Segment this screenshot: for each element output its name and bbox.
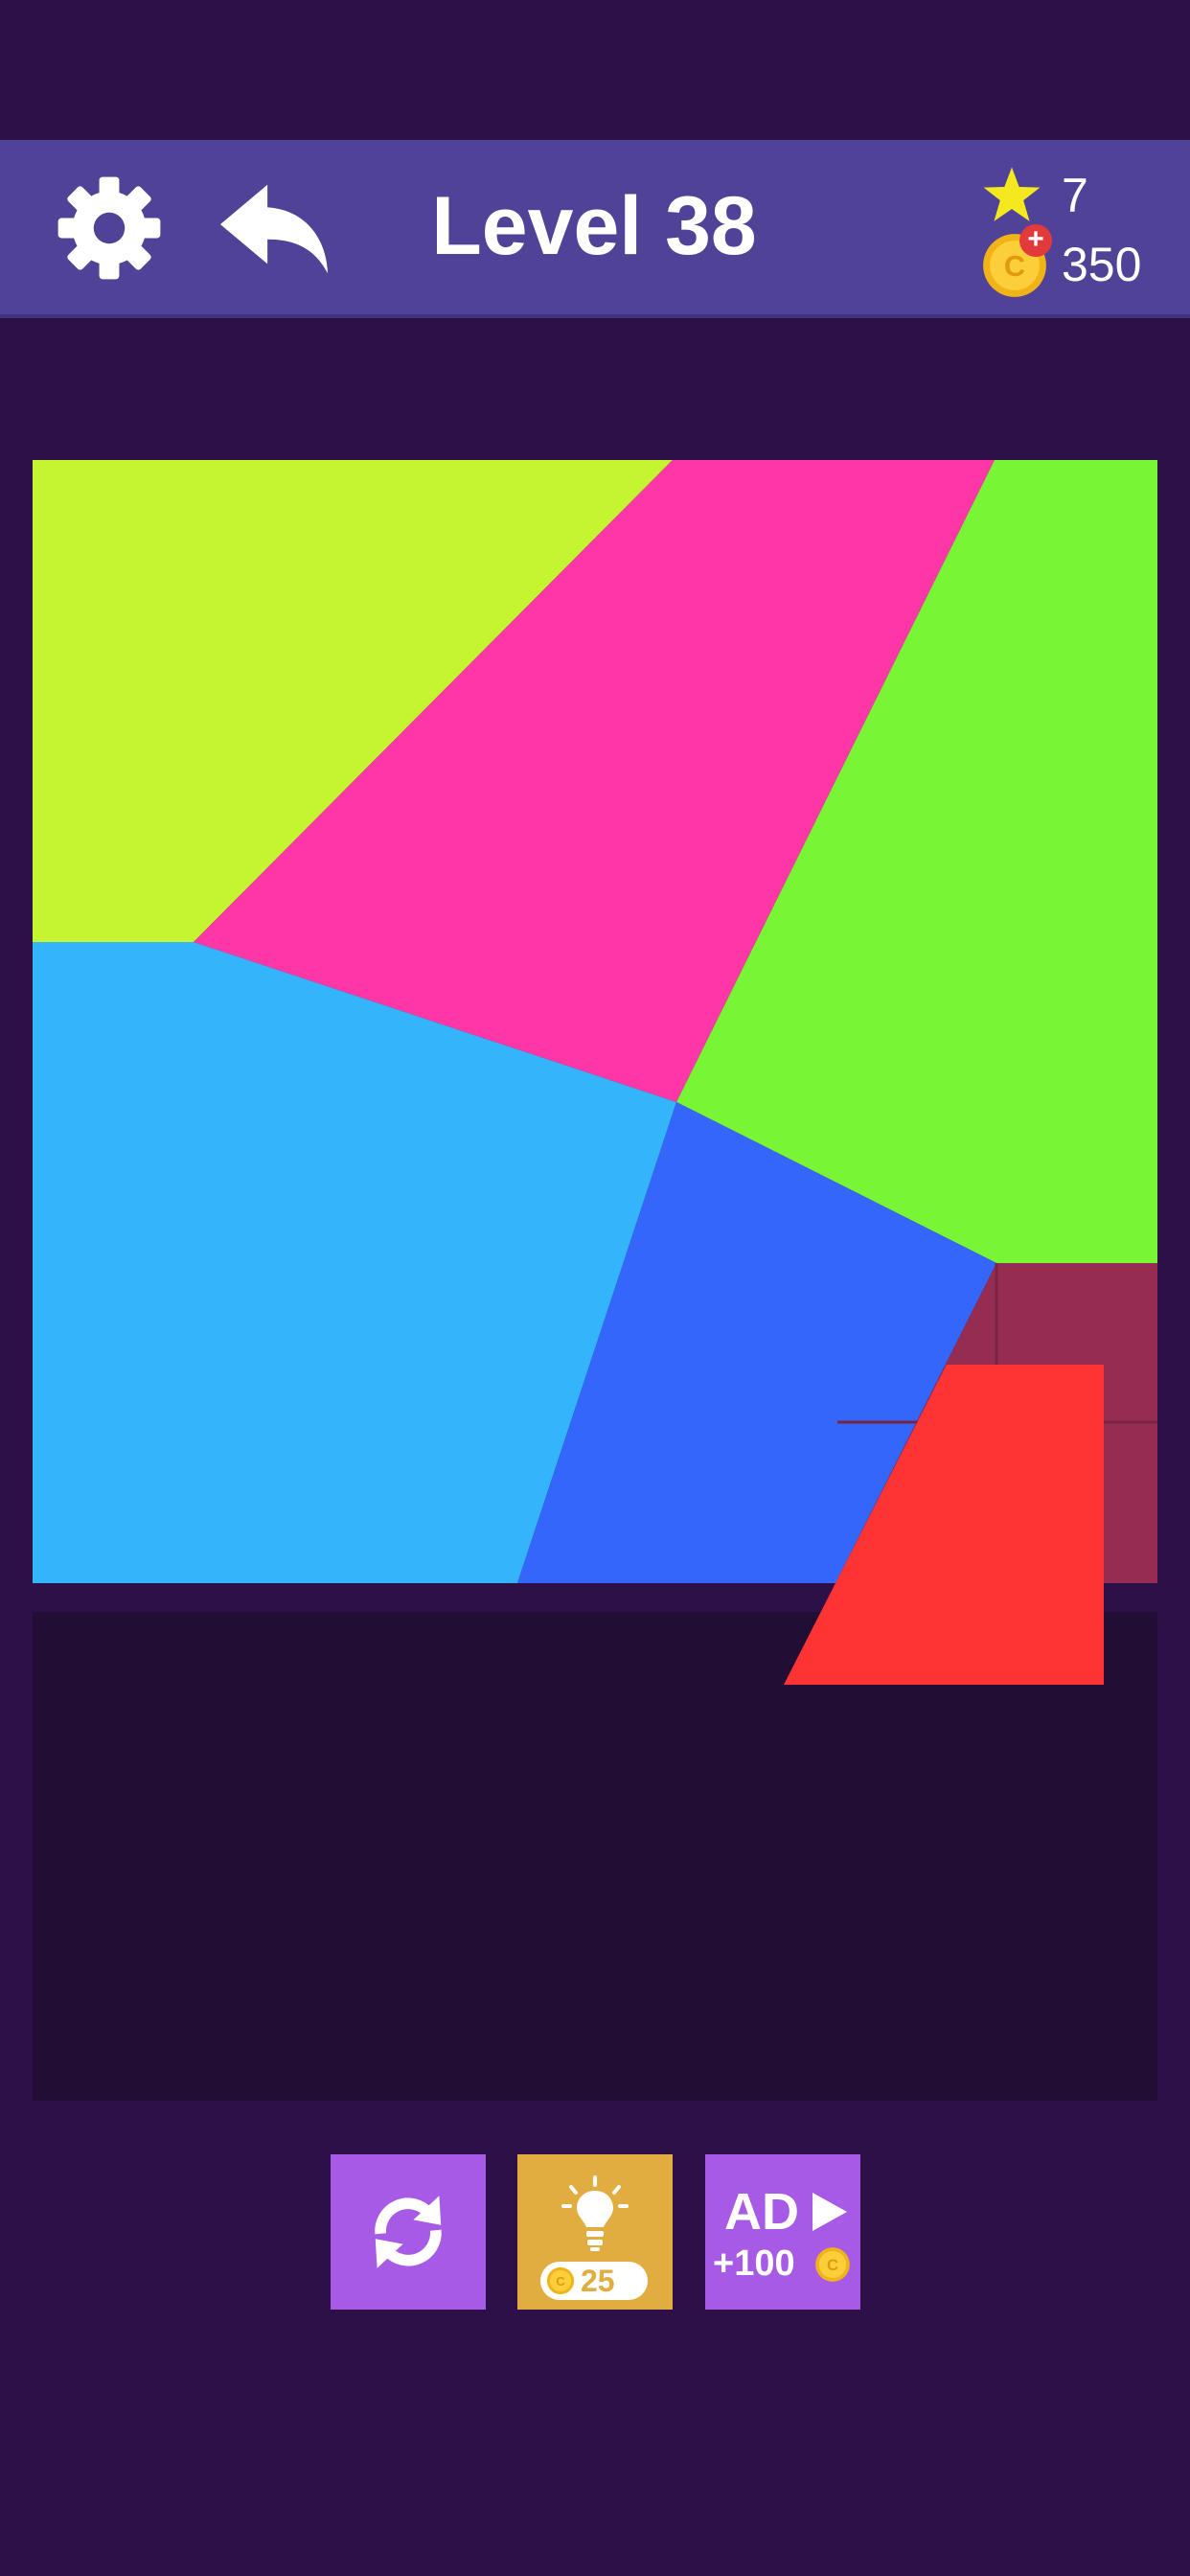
refresh-icon [375, 2196, 442, 2268]
game-screen: Level 38 7 C + 350 C 25 AD +100 C [0, 0, 1190, 2576]
play-icon [812, 2193, 847, 2231]
coin-symbol: C [1004, 249, 1025, 283]
top-bar: Level 38 7 C + 350 [0, 140, 1190, 318]
undo-arrow-icon[interactable] [218, 178, 332, 278]
coin-symbol: C [556, 2274, 565, 2288]
watch-ad-button[interactable]: AD +100 C [705, 2154, 860, 2310]
ad-label: AD [724, 2183, 799, 2241]
hint-price-badge: C 25 [540, 2262, 648, 2300]
coin-icon: C [546, 2266, 575, 2295]
gear-icon[interactable] [54, 172, 165, 284]
lightbulb-icon [561, 2175, 629, 2251]
stars-count: 7 [1062, 169, 1088, 222]
piece-tray [33, 1612, 1157, 2101]
hint-button[interactable]: C 25 [517, 2154, 673, 2310]
coin-symbol: C [827, 2256, 838, 2274]
star-icon [983, 167, 1041, 221]
add-coins-button[interactable]: + [1019, 224, 1052, 257]
reset-button[interactable] [331, 2154, 486, 2310]
ad-reward: +100 [713, 2243, 795, 2284]
hint-price: 25 [581, 2264, 615, 2298]
coin-icon: C [815, 2247, 850, 2282]
level-title: Level 38 [431, 180, 757, 272]
coins-count: 350 [1062, 238, 1142, 291]
